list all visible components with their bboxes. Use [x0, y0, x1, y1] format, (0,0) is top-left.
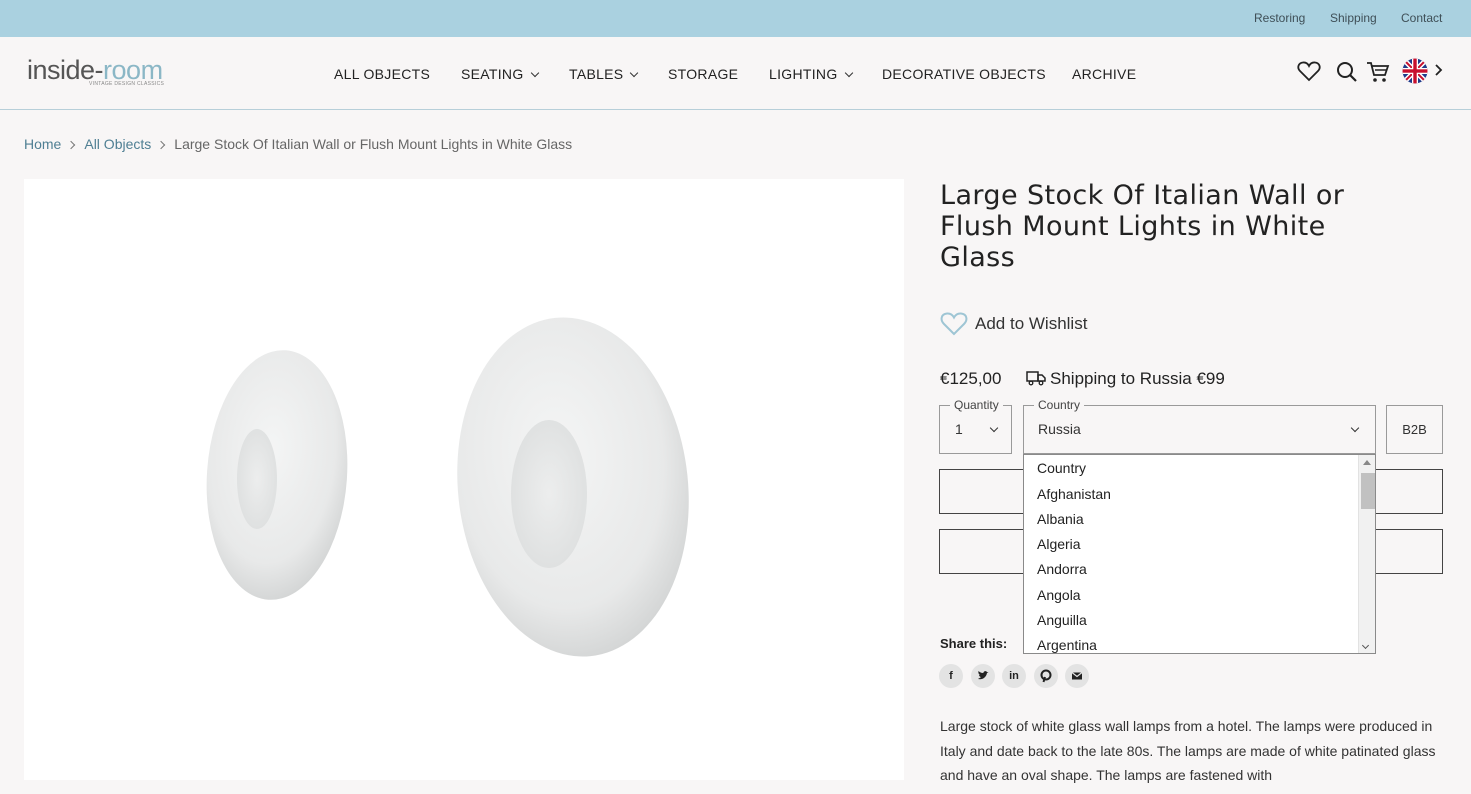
country-value: Russia — [1038, 421, 1081, 437]
heart-outline-icon — [940, 312, 968, 336]
twitter-icon[interactable] — [971, 664, 995, 688]
product-image[interactable] — [24, 179, 904, 780]
scrollbar-thumb[interactable] — [1361, 473, 1375, 509]
nav-archive[interactable]: ARCHIVE — [1072, 66, 1136, 82]
chevron-down-icon — [530, 68, 539, 78]
b2b-button[interactable]: B2B — [1386, 405, 1443, 454]
chevron-right-icon — [157, 140, 166, 150]
scroll-up-icon[interactable] — [1363, 460, 1371, 465]
breadcrumb-home[interactable]: Home — [24, 136, 61, 152]
nav-decorative-objects[interactable]: DECORATIVE OBJECTS — [882, 66, 1046, 82]
pinterest-icon[interactable] — [1034, 664, 1058, 688]
truck-icon — [1026, 371, 1046, 386]
chevron-right-icon — [67, 140, 76, 150]
product-price: €125,00 — [940, 369, 1002, 388]
breadcrumb: Home All Objects Large Stock Of Italian Wa… — [24, 136, 572, 152]
nav-lighting[interactable]: LIGHTING — [769, 66, 853, 82]
country-option[interactable]: Algeria — [1037, 536, 1081, 552]
chevron-right-icon[interactable] — [1434, 64, 1444, 76]
quantity-value: 1 — [955, 421, 963, 437]
contact-link[interactable]: Contact — [1401, 11, 1442, 25]
product-description: Large stock of white glass wall lamps fr… — [940, 718, 1436, 783]
chevron-down-icon — [844, 68, 853, 78]
country-option[interactable]: Argentina — [1037, 637, 1097, 653]
linkedin-icon[interactable]: in — [1002, 664, 1026, 688]
country-option[interactable]: Angola — [1037, 587, 1081, 603]
country-select[interactable]: Country Russia — [1023, 398, 1376, 454]
email-icon[interactable] — [1065, 664, 1089, 688]
country-option[interactable]: Anguilla — [1037, 612, 1087, 628]
product-photo-lamps — [206, 317, 689, 657]
country-option[interactable]: Andorra — [1037, 561, 1087, 577]
search-icon[interactable] — [1336, 61, 1358, 83]
nav-tables[interactable]: TABLES — [569, 66, 639, 82]
chevron-down-icon — [1350, 423, 1360, 433]
country-option[interactable]: Afghanistan — [1037, 486, 1111, 502]
product-title: Large Stock Of Italian Wall or Flush Mou… — [940, 180, 1345, 273]
nav-all-objects[interactable]: ALL OBJECTS — [334, 66, 430, 82]
heart-icon[interactable] — [1297, 60, 1321, 82]
share-label: Share this: — [940, 636, 1008, 651]
shipping-text: Shipping to Russia €99 — [1050, 369, 1225, 388]
quantity-select[interactable]: Quantity 1 — [939, 398, 1012, 454]
quantity-label: Quantity — [950, 398, 1003, 412]
dropdown-scrollbar[interactable] — [1358, 455, 1375, 653]
country-dropdown-list[interactable]: Country Afghanistan Albania Algeria Ando… — [1023, 454, 1376, 654]
restoring-link[interactable]: Restoring — [1254, 11, 1305, 25]
country-label: Country — [1034, 398, 1085, 412]
uk-flag-icon[interactable] — [1402, 58, 1428, 84]
scroll-down-icon[interactable] — [1361, 641, 1370, 650]
wishlist-label: Add to Wishlist — [975, 314, 1088, 333]
nav-seating[interactable]: SEATING — [461, 66, 539, 82]
shipping-link[interactable]: Shipping — [1330, 11, 1377, 25]
logo-tagline: VINTAGE DESIGN CLASSICS — [89, 81, 165, 87]
shipping-info: Shipping to Russia €99 — [1026, 369, 1225, 389]
chevron-down-icon — [630, 68, 639, 78]
breadcrumb-all-objects[interactable]: All Objects — [84, 136, 151, 152]
top-utility-bar: Restoring Shipping Contact — [0, 0, 1471, 37]
breadcrumb-current: Large Stock Of Italian Wall or Flush Mou… — [174, 136, 573, 152]
cart-icon[interactable] — [1366, 60, 1390, 84]
site-logo[interactable]: inside-room VINTAGE DESIGN CLASSICS — [27, 55, 165, 87]
country-option[interactable]: Albania — [1037, 511, 1084, 527]
nav-storage[interactable]: STORAGE — [668, 66, 738, 82]
facebook-icon[interactable]: f — [939, 664, 963, 688]
add-to-wishlist-button[interactable]: Add to Wishlist — [940, 311, 1087, 342]
country-option[interactable]: Country — [1037, 460, 1086, 476]
chevron-down-icon — [989, 423, 999, 433]
site-header: inside-room VINTAGE DESIGN CLASSICS ALL … — [0, 37, 1471, 110]
